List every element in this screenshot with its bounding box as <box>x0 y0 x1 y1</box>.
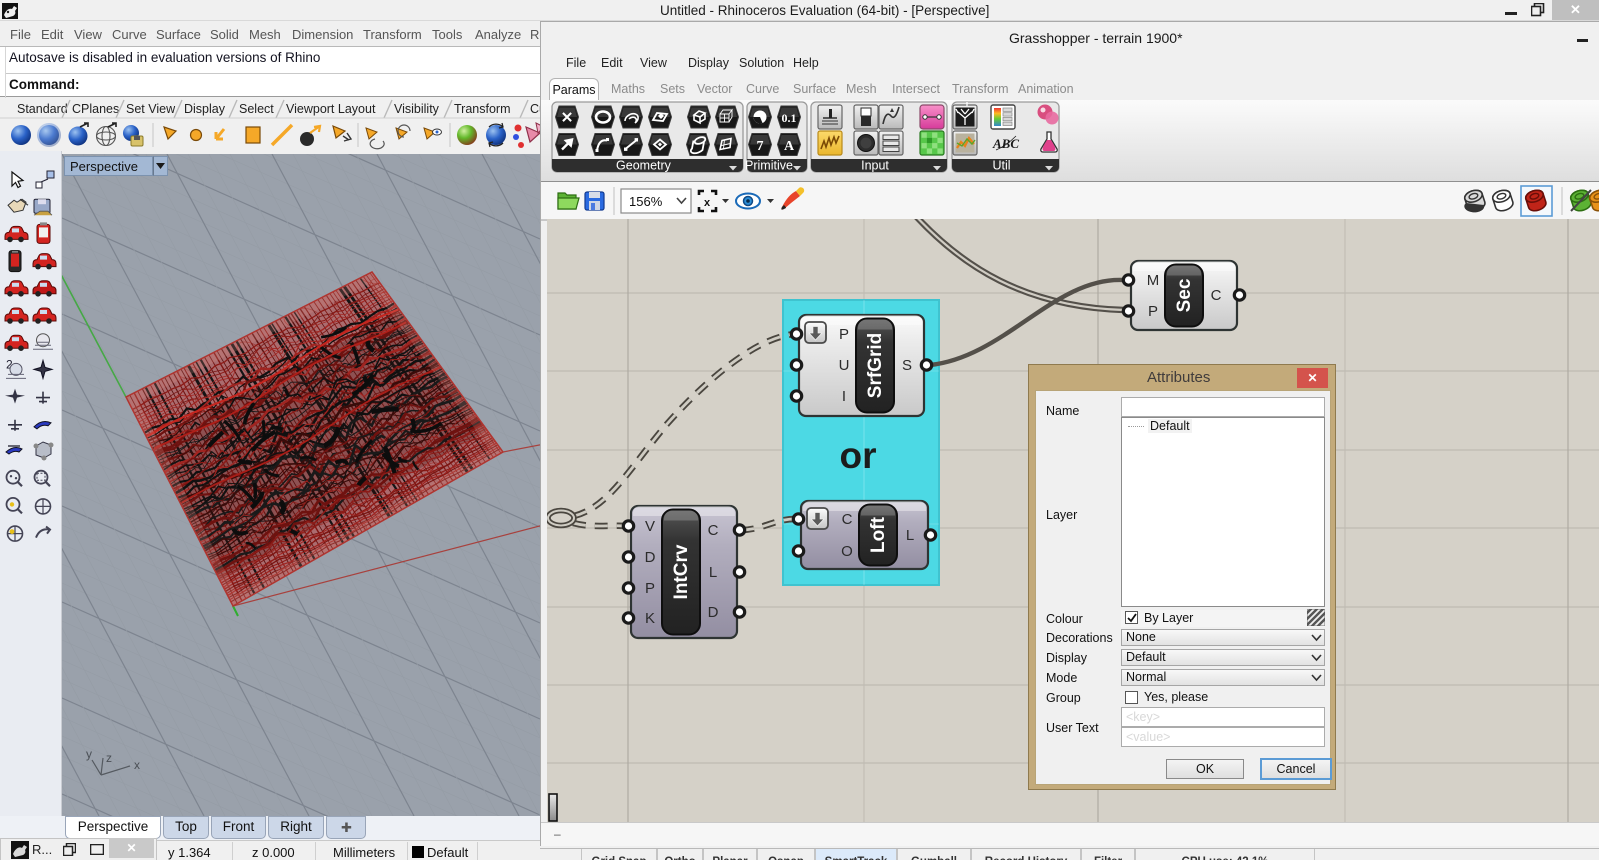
svg-text:Geometry: Geometry <box>616 159 672 173</box>
svg-text:Sec: Sec <box>1174 278 1195 312</box>
svg-text:SrfGrid: SrfGrid <box>865 333 886 398</box>
svg-text:Select: Select <box>239 102 274 116</box>
svg-text:or: or <box>840 435 877 476</box>
svg-text:C: C <box>708 522 719 539</box>
svg-text:A: A <box>784 139 795 154</box>
svg-text:L: L <box>709 564 717 581</box>
svg-text:M: M <box>1147 272 1160 289</box>
svg-text:Viewport Layout: Viewport Layout <box>286 102 376 116</box>
svg-text:7: 7 <box>757 139 764 154</box>
svg-text:Set View: Set View <box>126 102 176 116</box>
svg-text:O: O <box>841 543 853 560</box>
svg-text:Transform: Transform <box>454 102 511 116</box>
svg-text:L: L <box>906 527 914 544</box>
svg-text:156%: 156% <box>629 194 663 209</box>
svg-text:C: C <box>1211 287 1222 304</box>
svg-text:V: V <box>645 518 655 535</box>
svg-text:z: z <box>106 751 112 765</box>
svg-text:IntCrv: IntCrv <box>671 544 692 599</box>
svg-text:I: I <box>842 388 846 405</box>
svg-text:Visibility: Visibility <box>394 102 440 116</box>
svg-text:Display: Display <box>184 102 226 116</box>
svg-text:P: P <box>645 580 655 597</box>
svg-text:U: U <box>839 357 850 374</box>
svg-text:CPlanes: CPlanes <box>72 102 119 116</box>
svg-text:Input: Input <box>861 159 889 173</box>
svg-text:C: C <box>842 511 853 528</box>
svg-text:y: y <box>86 747 92 761</box>
svg-text:x: x <box>134 758 140 772</box>
svg-text:K: K <box>645 610 655 627</box>
svg-text:Util: Util <box>992 159 1010 173</box>
svg-text:Primitive: Primitive <box>745 159 793 173</box>
svg-text:0.1: 0.1 <box>782 111 797 125</box>
svg-text:D: D <box>645 549 656 566</box>
svg-text:D: D <box>708 604 719 621</box>
svg-text:S: S <box>902 357 912 374</box>
svg-text:Standard: Standard <box>17 102 68 116</box>
svg-text:Loft: Loft <box>868 516 889 553</box>
svg-text:P: P <box>1148 303 1158 320</box>
svg-text:✕: ✕ <box>561 110 574 127</box>
svg-text:ABC: ABC <box>992 136 1019 151</box>
svg-text:P: P <box>839 326 849 343</box>
svg-text:x: x <box>704 197 711 209</box>
